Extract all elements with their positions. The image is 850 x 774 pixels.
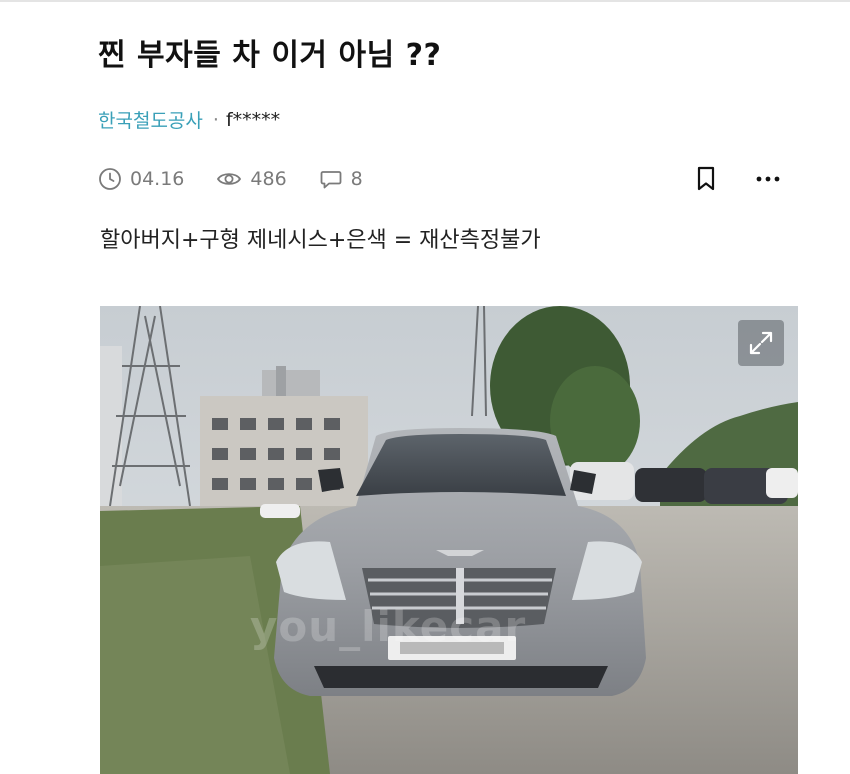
expand-image-button[interactable] xyxy=(738,320,784,366)
expand-icon xyxy=(749,331,773,355)
eye-icon xyxy=(217,173,242,185)
post-meta: 한국철도공사 · f***** xyxy=(98,106,280,133)
post-stats: 04.16 486 8 xyxy=(98,164,395,194)
meta-separator: · xyxy=(212,108,219,131)
more-icon xyxy=(756,176,780,182)
post-title: 찐 부자들 차 이거 아님 ?? xyxy=(98,38,442,73)
post-actions xyxy=(690,164,784,194)
bookmark-button[interactable] xyxy=(690,164,722,194)
more-button[interactable] xyxy=(752,164,784,194)
view-count: 486 xyxy=(250,168,287,190)
author-name[interactable]: f***** xyxy=(226,109,280,131)
comments-stat[interactable]: 8 xyxy=(319,167,363,191)
photo-watermark: you_likecar xyxy=(250,602,527,651)
board-link[interactable]: 한국철도공사 xyxy=(98,106,203,133)
views-stat: 486 xyxy=(216,167,287,191)
car-photo-illustration xyxy=(100,306,798,774)
comment-count: 8 xyxy=(350,168,363,190)
top-divider xyxy=(0,0,850,2)
post-photo[interactable]: you_likecar xyxy=(100,306,798,774)
post-date: 04.16 xyxy=(130,168,185,190)
date-stat: 04.16 xyxy=(98,167,184,191)
bookmark-icon xyxy=(697,166,715,191)
post-body: 할아버지+구형 제네시스+은색 = 재산측정불가 xyxy=(100,228,541,253)
comment-icon xyxy=(320,171,342,189)
clock-icon xyxy=(99,168,121,190)
